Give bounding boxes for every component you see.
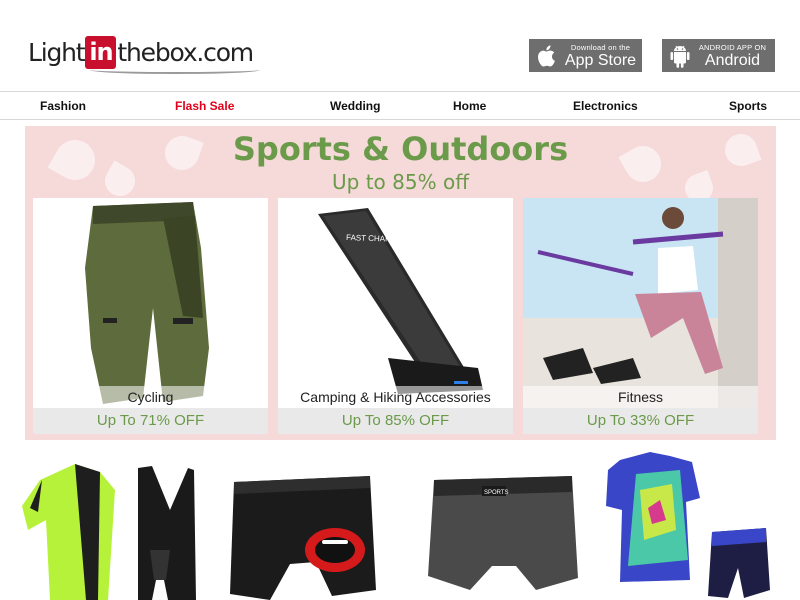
cycling-shorts-brief-image: SPORTS — [428, 476, 578, 590]
product-tile[interactable] — [600, 450, 780, 600]
android-button[interactable]: ANDROID APP ON Android — [662, 39, 775, 72]
apple-icon — [538, 44, 555, 67]
padded-underwear-image — [230, 476, 376, 600]
logo-text-box: in — [85, 35, 117, 69]
nav-item-wedding[interactable]: Wedding — [330, 99, 380, 113]
category-discount: Up To 33% OFF — [523, 408, 758, 434]
app-store-button[interactable]: Download on the App Store — [529, 39, 642, 72]
app-store-small: Download on the — [570, 42, 631, 52]
logo-text-pre: Light — [28, 37, 86, 67]
category-card-fitness[interactable]: Fitness Up To 33% OFF — [523, 198, 758, 434]
main-nav: Fashion Flash Sale Wedding Home Electron… — [0, 91, 800, 120]
category-card-cycling[interactable]: Cycling Up To 71% OFF — [33, 198, 268, 434]
printed-jersey-set-image — [606, 452, 770, 598]
logo-swoosh — [90, 66, 260, 74]
product-tile[interactable] — [220, 450, 400, 600]
promo-banner[interactable]: Sports & Outdoors Up to 85% off Cycling … — [25, 126, 776, 440]
android-big: Android — [704, 51, 761, 69]
app-store-big: App Store — [564, 51, 637, 69]
app-store-text: Download on the App Store — [559, 43, 642, 69]
nav-item-home[interactable]: Home — [453, 99, 486, 113]
nav-item-sports[interactable]: Sports — [729, 99, 767, 113]
site-header: Light in thebox.com Download on the App … — [0, 0, 800, 90]
wireless-charger-image: FAST CHARGE — [278, 198, 513, 411]
fitness-bar-image — [523, 198, 758, 411]
svg-text:SPORTS: SPORTS — [484, 490, 509, 496]
cycling-shorts-image — [33, 198, 268, 411]
nav-item-flash-sale[interactable]: Flash Sale — [175, 99, 234, 113]
logo-text-post: thebox.com — [117, 37, 254, 67]
nav-item-electronics[interactable]: Electronics — [573, 99, 638, 113]
category-discount: Up To 85% OFF — [278, 408, 513, 434]
android-text: ANDROID APP ON Android — [690, 43, 775, 69]
category-label: Camping & Hiking Accessories — [278, 386, 513, 408]
nav-item-fashion[interactable]: Fashion — [40, 99, 86, 113]
android-icon — [670, 45, 690, 68]
cycling-jersey-set-image — [22, 464, 196, 600]
product-tile[interactable] — [20, 450, 200, 600]
category-label: Cycling — [33, 386, 268, 408]
category-card-camping-hiking[interactable]: FAST CHARGE Camping & Hiking Accessories… — [278, 198, 513, 434]
category-label: Fitness — [523, 386, 758, 408]
android-small: ANDROID APP ON — [698, 42, 767, 52]
category-discount: Up To 71% OFF — [33, 408, 268, 434]
banner-subtitle: Up to 85% off — [332, 170, 469, 194]
site-logo[interactable]: Light in thebox.com — [28, 34, 260, 74]
banner-title: Sports & Outdoors — [232, 130, 569, 168]
product-tile[interactable]: SPORTS — [420, 450, 600, 600]
